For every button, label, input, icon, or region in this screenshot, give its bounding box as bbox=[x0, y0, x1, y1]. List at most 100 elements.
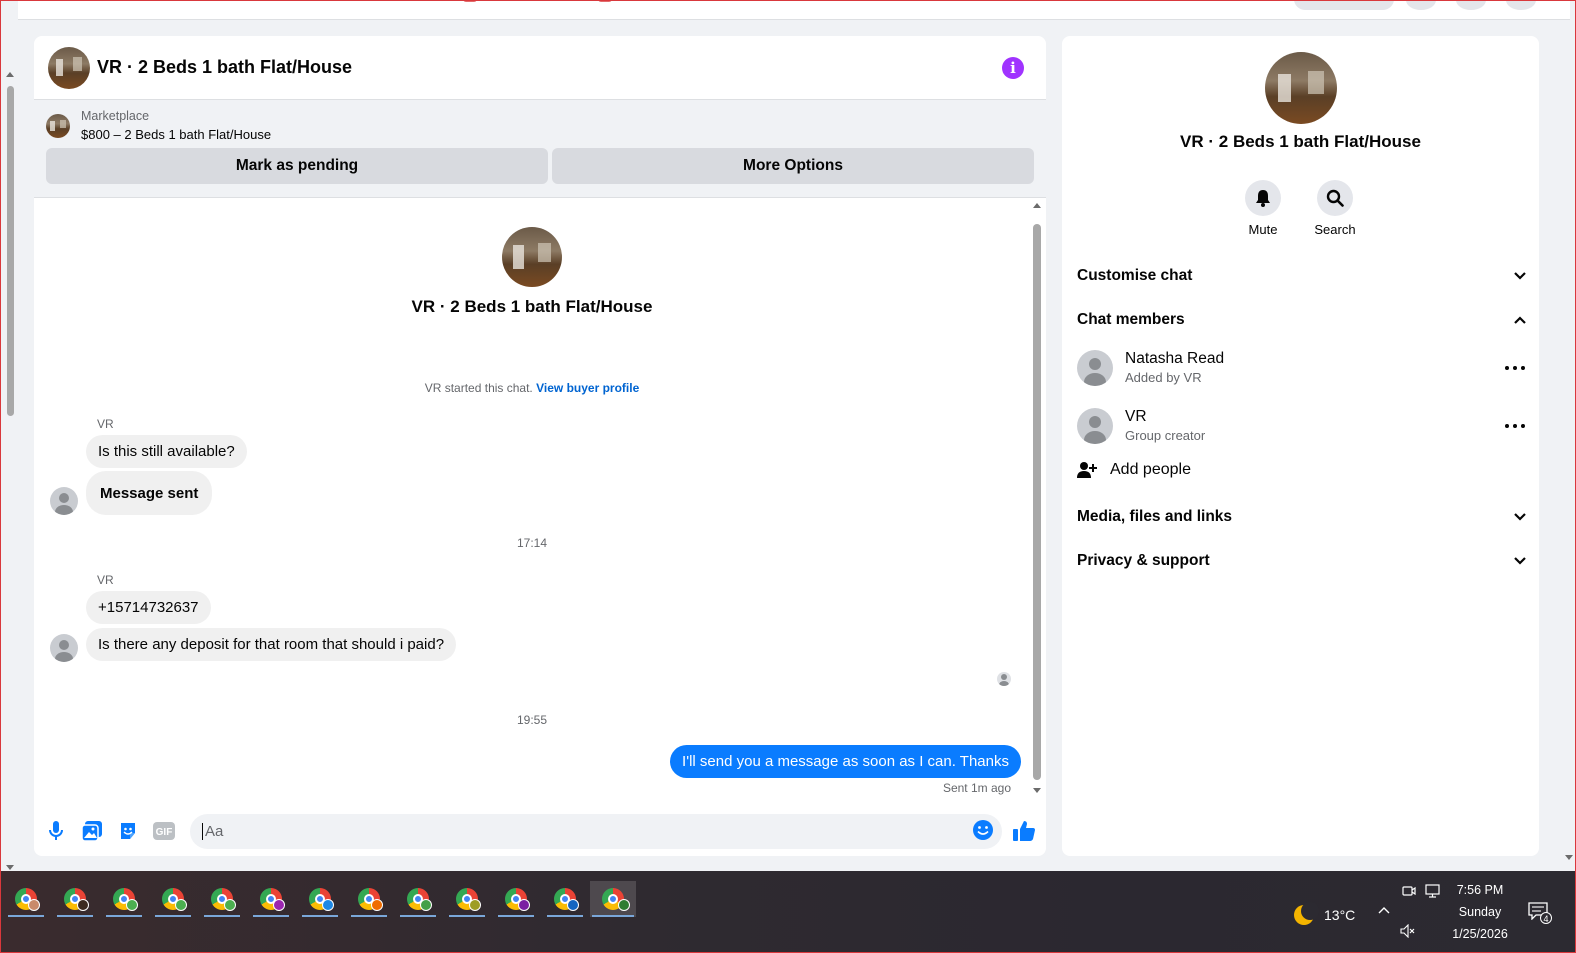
sticker-icon[interactable] bbox=[116, 819, 140, 843]
chrome-icon[interactable] bbox=[349, 881, 389, 917]
member-name: Natasha Read bbox=[1125, 350, 1225, 367]
listing-thumbnail[interactable] bbox=[46, 114, 70, 138]
search-button[interactable]: Search bbox=[1305, 180, 1365, 237]
timestamp: 17:14 bbox=[516, 536, 548, 550]
chat-members-section[interactable]: Chat members bbox=[1077, 305, 1527, 335]
message-bubble[interactable]: Message sent bbox=[86, 471, 213, 515]
listing-title[interactable]: $800 – 2 Beds 1 bath Flat/House bbox=[81, 125, 271, 144]
scroll-up-icon[interactable] bbox=[1033, 203, 1041, 208]
page-scrollbar[interactable] bbox=[4, 68, 16, 870]
intro-title: VR · 2 Beds 1 bath Flat/House bbox=[411, 297, 653, 316]
mute-button[interactable]: Mute bbox=[1233, 180, 1293, 237]
chevron-up-icon bbox=[1514, 316, 1526, 324]
camera-tray-icon[interactable] bbox=[1402, 884, 1416, 898]
emoji-icon[interactable] bbox=[972, 819, 994, 846]
customise-chat-section[interactable]: Customise chat bbox=[1077, 261, 1527, 291]
sender-avatar[interactable] bbox=[50, 634, 78, 662]
chrome-icon[interactable] bbox=[398, 881, 438, 917]
clock-date[interactable]: 1/25/2026 bbox=[1440, 927, 1520, 941]
temperature: 13°C bbox=[1324, 907, 1356, 923]
chrome-icon[interactable] bbox=[6, 881, 46, 917]
read-receipt-avatar bbox=[997, 672, 1011, 686]
member-avatar[interactable] bbox=[1077, 350, 1113, 386]
view-buyer-profile-link[interactable]: View buyer profile bbox=[536, 381, 639, 395]
chat-title[interactable]: VR · 2 Beds 1 bath Flat/House bbox=[97, 57, 1002, 78]
member-row[interactable]: Natasha Read Added by VR bbox=[1077, 345, 1527, 391]
tab-icon bbox=[598, 0, 612, 2]
info-icon[interactable]: i bbox=[1002, 56, 1024, 79]
member-role: Added by VR bbox=[1125, 370, 1202, 385]
top-pill[interactable] bbox=[1294, 0, 1394, 10]
volume-muted-icon[interactable] bbox=[1400, 924, 1416, 938]
scroll-down-icon[interactable] bbox=[1565, 855, 1573, 860]
clock-time[interactable]: 7:56 PM bbox=[1440, 883, 1520, 897]
info-avatar[interactable] bbox=[1265, 52, 1337, 124]
sender-avatar[interactable] bbox=[50, 487, 78, 515]
moon-icon bbox=[1294, 902, 1319, 925]
notification-center-icon[interactable]: 4 bbox=[1528, 902, 1552, 925]
section-label: Customise chat bbox=[1077, 267, 1193, 284]
sent-status: Sent 1m ago bbox=[942, 781, 1011, 795]
chrome-icon-active[interactable] bbox=[590, 881, 636, 917]
clock-day[interactable]: Sunday bbox=[1440, 905, 1520, 919]
chevron-down-icon bbox=[1514, 513, 1526, 521]
tray-chevron-up-icon[interactable] bbox=[1378, 906, 1390, 914]
mark-pending-button[interactable]: Mark as pending bbox=[46, 148, 548, 184]
scroll-thumb[interactable] bbox=[1033, 224, 1041, 780]
member-row[interactable]: VR Group creator bbox=[1077, 403, 1527, 449]
more-icon[interactable] bbox=[1503, 366, 1527, 370]
tab-icon bbox=[463, 0, 477, 2]
started-text: VR started this chat. bbox=[424, 381, 533, 395]
top-button[interactable] bbox=[1456, 0, 1486, 10]
photo-icon[interactable] bbox=[80, 819, 104, 843]
sender-name: VR bbox=[97, 417, 114, 431]
bell-icon[interactable] bbox=[1245, 180, 1281, 216]
network-icon[interactable] bbox=[1425, 884, 1441, 898]
chrome-icon[interactable] bbox=[447, 881, 487, 917]
member-avatar[interactable] bbox=[1077, 408, 1113, 444]
add-people-button[interactable]: Add people bbox=[1077, 461, 1191, 479]
chrome-icon[interactable] bbox=[104, 881, 144, 917]
message-bubble[interactable]: +15714732637 bbox=[86, 591, 211, 624]
scroll-thumb[interactable] bbox=[7, 86, 14, 416]
search-label: Search bbox=[1314, 222, 1356, 237]
message-input[interactable] bbox=[202, 823, 962, 840]
weather-widget[interactable]: 13°C bbox=[1294, 902, 1356, 925]
more-icon[interactable] bbox=[1503, 424, 1527, 428]
chrome-icon[interactable] bbox=[202, 881, 242, 917]
message-bubble[interactable]: Is this still available? bbox=[86, 435, 247, 468]
thumbs-up-icon[interactable] bbox=[1012, 819, 1036, 848]
privacy-support-section[interactable]: Privacy & support bbox=[1077, 546, 1527, 576]
member-role: Group creator bbox=[1125, 428, 1206, 443]
timestamp: 19:55 bbox=[516, 713, 548, 727]
scroll-down-icon[interactable] bbox=[6, 865, 14, 870]
chrome-icon[interactable] bbox=[153, 881, 193, 917]
chrome-icon[interactable] bbox=[545, 881, 585, 917]
search-icon[interactable] bbox=[1317, 180, 1353, 216]
microphone-icon[interactable] bbox=[44, 819, 68, 843]
media-files-section[interactable]: Media, files and links bbox=[1077, 502, 1527, 532]
browser-top-strip bbox=[18, 0, 1570, 20]
mute-label: Mute bbox=[1248, 222, 1278, 237]
gif-icon[interactable]: GIF bbox=[152, 819, 176, 843]
info-title: VR · 2 Beds 1 bath Flat/House bbox=[1180, 132, 1421, 151]
more-options-button[interactable]: More Options bbox=[552, 148, 1034, 184]
message-bubble[interactable]: Is there any deposit for that room that … bbox=[86, 628, 457, 661]
intro-avatar bbox=[502, 227, 562, 287]
message-scrollbar[interactable] bbox=[1032, 203, 1042, 793]
chrome-icon[interactable] bbox=[300, 881, 340, 917]
profile-button[interactable] bbox=[1506, 0, 1536, 10]
marketplace-banner: Marketplace $800 – 2 Beds 1 bath Flat/Ho… bbox=[34, 100, 1046, 198]
top-button[interactable] bbox=[1406, 0, 1436, 10]
section-label: Privacy & support bbox=[1077, 552, 1210, 569]
chrome-icon[interactable] bbox=[251, 881, 291, 917]
chrome-icon[interactable] bbox=[496, 881, 536, 917]
chat-avatar[interactable] bbox=[48, 46, 90, 89]
scroll-down-icon[interactable] bbox=[1033, 788, 1041, 793]
outgoing-message-bubble[interactable]: I'll send you a message as soon as I can… bbox=[670, 745, 1021, 778]
section-label: Chat members bbox=[1077, 311, 1185, 328]
marketplace-label: Marketplace bbox=[81, 109, 150, 123]
scroll-up-icon[interactable] bbox=[6, 72, 14, 77]
message-input-wrapper[interactable] bbox=[190, 814, 1002, 849]
chrome-icon[interactable] bbox=[55, 881, 95, 917]
